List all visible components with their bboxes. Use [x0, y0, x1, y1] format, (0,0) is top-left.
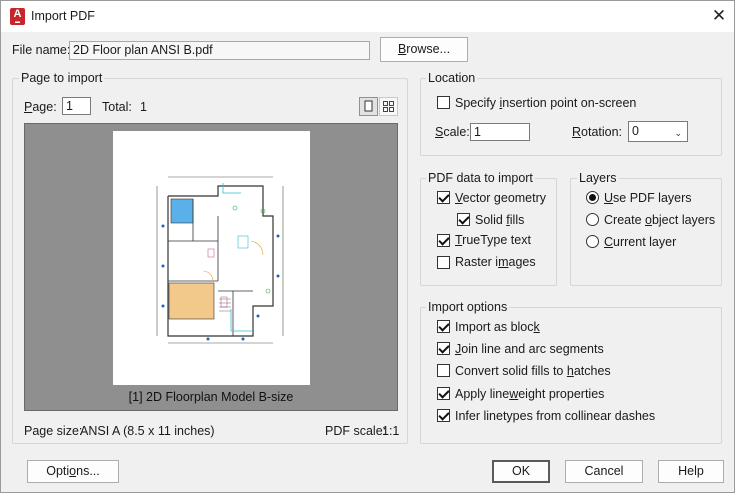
- current-layer-label[interactable]: Current layer: [604, 235, 676, 249]
- chevron-down-icon: ⌄: [674, 128, 682, 138]
- import-pdf-dialog: A ▬ Import PDF ✕ File name: 2D Floor plan…: [0, 0, 735, 493]
- total-value: 1: [140, 100, 147, 114]
- pdf-data-legend: PDF data to import: [426, 171, 535, 185]
- import-as-block-label[interactable]: Import as block: [455, 320, 540, 334]
- location-legend: Location: [426, 71, 478, 85]
- rotation-value: 0: [632, 124, 639, 138]
- close-icon[interactable]: ✕: [708, 5, 730, 27]
- cancel-button[interactable]: Cancel: [565, 460, 643, 483]
- solid-fills-label[interactable]: Solid fills: [475, 213, 524, 227]
- create-object-layers-label[interactable]: Create object layers: [604, 213, 715, 227]
- scale-label: Scale:: [435, 125, 470, 139]
- import-as-block-checkbox[interactable]: [437, 320, 450, 333]
- truetype-text-label[interactable]: TrueType text: [455, 233, 531, 247]
- page-preview[interactable]: [1] 2D Floorplan Model B-size: [24, 123, 398, 411]
- autocad-app-icon: A ▬: [10, 8, 25, 25]
- window-title: Import PDF: [31, 9, 95, 23]
- convert-fills-checkbox[interactable]: [437, 364, 450, 377]
- apply-lineweight-checkbox[interactable]: [437, 387, 450, 400]
- vector-geometry-checkbox[interactable]: [437, 191, 450, 204]
- rotation-label: Rotation:: [572, 125, 623, 139]
- title-bar: A ▬ Import PDF ✕: [1, 1, 734, 32]
- join-segments-label[interactable]: Join line and arc segments: [455, 342, 604, 356]
- convert-fills-label[interactable]: Convert solid fills to hatches: [455, 364, 611, 378]
- pdf-scale-value: 1:1: [382, 424, 400, 438]
- preview-page-sheet: [113, 131, 310, 385]
- apply-lineweight-label[interactable]: Apply lineweight properties: [455, 387, 604, 401]
- page-label: Page:: [24, 100, 57, 114]
- scale-input[interactable]: 1: [470, 123, 530, 141]
- help-button[interactable]: Help: [658, 460, 724, 483]
- page-size-label: Page size:: [24, 424, 83, 438]
- location-group: [420, 78, 722, 156]
- page-number-input[interactable]: 1: [62, 97, 91, 115]
- file-name-label: File name:: [12, 43, 71, 57]
- preview-caption: [1] 2D Floorplan Model B-size: [128, 390, 294, 404]
- browse-button[interactable]: Browse...: [380, 37, 468, 62]
- specify-insertion-label[interactable]: Specify insertion point on-screen: [455, 96, 636, 110]
- infer-linetypes-checkbox[interactable]: [437, 409, 450, 422]
- create-object-layers-radio[interactable]: [586, 213, 599, 226]
- raster-images-checkbox[interactable]: [437, 256, 450, 269]
- single-page-icon: [364, 100, 373, 112]
- rotation-dropdown[interactable]: 0 ⌄: [628, 121, 688, 142]
- truetype-text-checkbox[interactable]: [437, 234, 450, 247]
- import-options-legend: Import options: [426, 300, 510, 314]
- solid-fills-checkbox[interactable]: [457, 213, 470, 226]
- raster-images-label[interactable]: Raster images: [455, 255, 536, 269]
- specify-insertion-checkbox[interactable]: [437, 96, 450, 109]
- vector-geometry-label[interactable]: Vector geometry: [455, 191, 546, 205]
- current-layer-radio[interactable]: [586, 235, 599, 248]
- floor-plan-thumbnail: [156, 176, 284, 344]
- single-page-view-button[interactable]: [359, 97, 378, 116]
- pdf-scale-label: PDF scale:: [325, 424, 387, 438]
- options-button[interactable]: Options...: [27, 460, 119, 483]
- thumbnail-grid-icon: [383, 101, 394, 112]
- use-pdf-layers-radio[interactable]: [586, 191, 599, 204]
- page-to-import-legend: Page to import: [19, 71, 105, 85]
- use-pdf-layers-label[interactable]: Use PDF layers: [604, 191, 692, 205]
- page-size-value: ANSI A (8.5 x 11 inches): [80, 424, 215, 438]
- thumbnail-view-button[interactable]: [379, 97, 398, 116]
- layers-legend: Layers: [577, 171, 619, 185]
- join-segments-checkbox[interactable]: [437, 342, 450, 355]
- infer-linetypes-label[interactable]: Infer linetypes from collinear dashes: [455, 409, 655, 423]
- total-label: Total:: [102, 100, 132, 114]
- ok-button[interactable]: OK: [492, 460, 550, 483]
- file-name-field[interactable]: 2D Floor plan ANSI B.pdf: [69, 41, 370, 60]
